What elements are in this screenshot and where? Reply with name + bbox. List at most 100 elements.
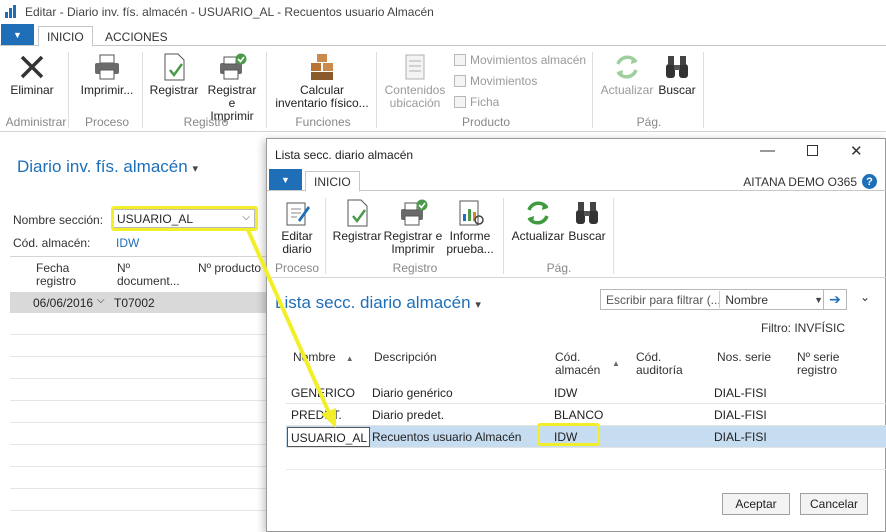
col-nombre[interactable]: Nombre ▲ — [293, 351, 354, 365]
list-title[interactable]: Lista secc. diario almacén ▾ — [275, 293, 481, 313]
tab-inicio[interactable]: INICIO — [38, 26, 93, 47]
group-label-funciones: Funciones — [295, 115, 351, 129]
card-icon — [454, 96, 466, 108]
title-bar: Editar - Diario inv. fís. almacén - USUA… — [0, 0, 886, 24]
app-icon — [5, 5, 19, 19]
ledger-icon — [454, 75, 466, 87]
caret-down-icon: ▼ — [13, 29, 22, 40]
test-report-icon — [459, 200, 484, 226]
filter-box: Escribir para filtrar (... Nombre ▼ — [600, 289, 824, 310]
edit-journal-icon — [286, 202, 310, 226]
empty-row — [10, 313, 266, 335]
col-documento[interactable]: Nº document... — [117, 262, 180, 288]
cancelar-button[interactable]: Cancelar — [800, 493, 868, 515]
movimientos-button[interactable]: Movimientos — [454, 74, 537, 88]
sort-asc-icon: ▲ — [612, 359, 620, 368]
binoculars-icon — [666, 56, 688, 78]
group-label-registro: Registro — [183, 115, 229, 129]
dialog-title: Lista secc. diario almacén — [275, 148, 414, 162]
group-label-pag: Pág. — [636, 115, 662, 129]
bin-contents-icon — [405, 54, 425, 80]
empty-row — [10, 357, 266, 379]
imprimir-button[interactable]: Imprimir... — [78, 52, 136, 97]
buscar-button[interactable]: Buscar — [567, 198, 607, 243]
group-label-registro: Registro — [392, 261, 438, 275]
file-menu-button[interactable]: ▼ — [269, 169, 302, 190]
lista-secciones-dialog: Lista secc. diario almacén — ✕ ▼ INICIO … — [266, 138, 886, 532]
seccion-label: Nombre sección: — [13, 213, 104, 227]
window-title: Editar - Diario inv. fís. almacén - USUA… — [25, 5, 434, 19]
caret-down-icon[interactable]: ▼ — [814, 295, 823, 305]
empty-row — [10, 489, 266, 511]
empty-row — [10, 401, 266, 423]
empty-row — [10, 335, 266, 357]
tab-acciones[interactable]: ACCIONES — [97, 26, 176, 47]
page-title[interactable]: Diario inv. fís. almacén ▾ — [17, 157, 198, 177]
list-item[interactable]: GENERICO Diario genérico IDW DIAL-FISI — [286, 382, 886, 404]
calculate-inventory-icon — [311, 54, 333, 80]
eliminar-button[interactable]: Eliminar — [6, 52, 58, 97]
buscar-button[interactable]: Buscar — [657, 52, 697, 97]
maximize-icon[interactable] — [807, 145, 818, 156]
refresh-icon — [527, 201, 549, 225]
col-descripcion[interactable]: Descripción — [374, 351, 437, 364]
registrar-button[interactable]: Registrar — [331, 198, 383, 243]
actualizar-button[interactable]: Actualizar — [598, 52, 656, 97]
dialog-ribbon-tabs: ▼ INICIO AITANA DEMO O365? — [267, 169, 886, 192]
calcular-inventario-button[interactable]: Calcular inventario físico... — [272, 52, 372, 110]
row-documento[interactable]: T07002 — [114, 296, 155, 310]
editar-diario-button[interactable]: Editar diario — [275, 198, 319, 256]
actualizar-button[interactable]: Actualizar — [509, 198, 567, 243]
filter-input[interactable]: Escribir para filtrar (... — [601, 293, 719, 307]
ledger-icon — [454, 54, 466, 66]
registrar-imprimir-button[interactable]: Registrar e Imprimir — [203, 52, 261, 123]
caret-down-icon: ▾ — [192, 163, 198, 175]
col-producto[interactable]: Nº producto — [198, 262, 261, 275]
aceptar-button[interactable]: Aceptar — [722, 493, 790, 515]
highlight-almacen — [537, 423, 600, 446]
col-nos-serie[interactable]: Nos. serie — [717, 351, 771, 364]
close-icon[interactable]: ✕ — [850, 142, 863, 160]
post-document-icon — [347, 199, 368, 227]
empty-row — [286, 448, 886, 470]
col-cod-almacen[interactable]: Cód. almacén — [555, 351, 600, 377]
tab-inicio[interactable]: INICIO — [305, 171, 360, 192]
file-menu-button[interactable]: ▼ — [1, 24, 34, 45]
contenidos-ubicacion-button[interactable]: Contenidos ubicación — [382, 52, 448, 110]
almacen-label: Cód. almacén: — [13, 236, 91, 250]
empty-row — [10, 445, 266, 467]
group-label-proceso: Proceso — [84, 115, 130, 129]
post-print-icon — [401, 199, 428, 226]
filter-field-select[interactable]: Nombre — [720, 293, 814, 307]
empty-row — [10, 423, 266, 445]
empty-row — [10, 467, 266, 489]
col-cod-auditoria[interactable]: Cód. auditoría — [636, 351, 683, 377]
almacen-value[interactable]: IDW — [116, 236, 139, 250]
movimientos-almacen-button[interactable]: Movimientos almacén — [454, 53, 586, 67]
group-label-pag: Pág. — [546, 261, 572, 275]
ribbon: Eliminar Imprimir... Registrar Registrar… — [0, 46, 886, 132]
empty-row — [10, 379, 266, 401]
col-serie-registro[interactable]: Nº serie registro — [797, 351, 839, 377]
col-fecha-registro[interactable]: Fecha registro — [36, 262, 76, 288]
delete-x-icon — [20, 55, 44, 79]
company-name: AITANA DEMO O365? — [743, 174, 877, 189]
binoculars-icon — [576, 202, 598, 224]
registrar-imprimir-button[interactable]: Registrar e Imprimir — [383, 198, 443, 256]
chevron-down-icon[interactable]: ⌵ — [97, 295, 105, 306]
refresh-icon — [616, 55, 638, 79]
arrow-right-icon: ➔ — [829, 291, 841, 307]
ficha-button[interactable]: Ficha — [454, 95, 499, 109]
post-document-icon — [164, 53, 185, 81]
dialog-ribbon: Editar diario Registrar Registrar e Imprim… — [267, 192, 886, 278]
filter-apply-button[interactable]: ➔ — [823, 289, 847, 310]
chevron-down-icon[interactable]: ⌄ — [860, 290, 870, 304]
informe-prueba-button[interactable]: Informe prueba... — [445, 198, 495, 256]
caret-down-icon: ▾ — [475, 299, 481, 311]
registrar-button[interactable]: Registrar — [148, 52, 200, 97]
row-fecha[interactable]: 06/06/2016 — [33, 296, 93, 310]
minimize-icon[interactable]: — — [760, 142, 775, 159]
highlight-seccion — [111, 206, 258, 231]
printer-icon — [95, 54, 119, 80]
help-icon[interactable]: ? — [862, 174, 877, 189]
